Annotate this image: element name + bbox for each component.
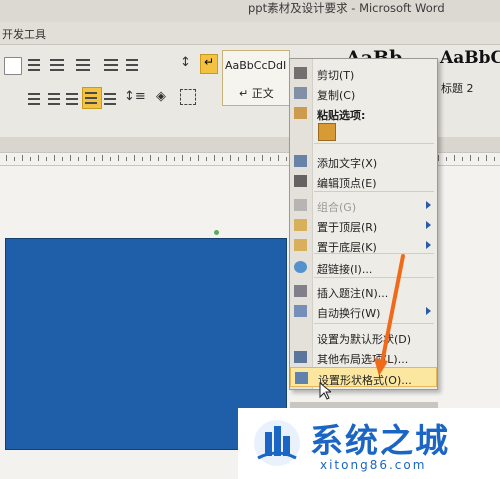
watermark-logo-icon [254,420,300,466]
watermark: 系统之城 xitong86.com [238,408,500,479]
watermark-title: 系统之城 [310,421,450,460]
watermark-url: xitong86.com [320,458,427,472]
mouse-cursor-icon [319,382,331,400]
